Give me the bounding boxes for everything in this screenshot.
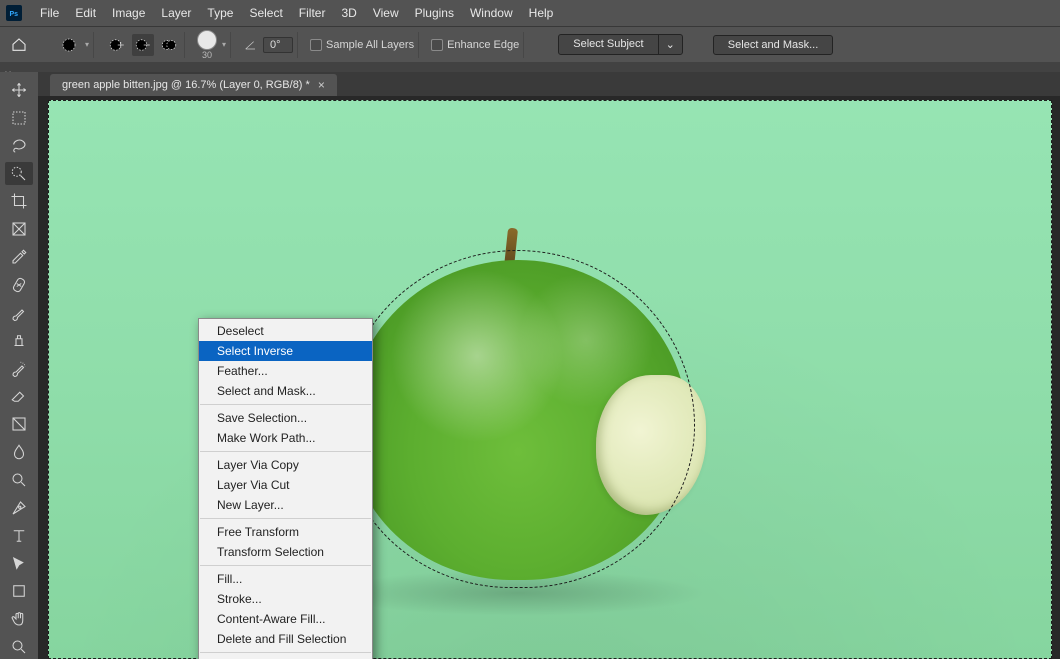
ctx-save-selection[interactable]: Save Selection...	[199, 408, 372, 428]
ctx-feather[interactable]: Feather...	[199, 361, 372, 381]
tools-panel	[0, 72, 38, 659]
ctx-free-transform[interactable]: Free Transform	[199, 522, 372, 542]
workspace: green apple bitten.jpg @ 16.7% (Layer 0,…	[0, 72, 1060, 659]
canvas-viewport[interactable]: Deselect Select Inverse Feather... Selec…	[38, 96, 1060, 659]
path-selection-tool-icon[interactable]	[5, 552, 33, 576]
document-tab[interactable]: green apple bitten.jpg @ 16.7% (Layer 0,…	[50, 74, 337, 96]
menu-window[interactable]: Window	[462, 4, 521, 22]
ctx-layer-via-cut[interactable]: Layer Via Cut	[199, 475, 372, 495]
marquee-apple	[340, 250, 695, 588]
ctx-stroke[interactable]: Stroke...	[199, 589, 372, 609]
crop-tool-icon[interactable]	[5, 189, 33, 213]
document-tab-title: green apple bitten.jpg @ 16.7% (Layer 0,…	[62, 79, 310, 91]
menu-help[interactable]: Help	[521, 4, 562, 22]
enhance-edge-checkbox[interactable]: Enhance Edge	[431, 39, 519, 51]
pen-tool-icon[interactable]	[5, 496, 33, 520]
select-and-mask-button[interactable]: Select and Mask...	[713, 35, 834, 55]
home-icon[interactable]	[10, 36, 28, 54]
ctx-layer-via-copy[interactable]: Layer Via Copy	[199, 455, 372, 475]
type-tool-icon[interactable]	[5, 524, 33, 548]
context-menu: Deselect Select Inverse Feather... Selec…	[198, 318, 373, 659]
clone-stamp-tool-icon[interactable]	[5, 329, 33, 353]
eraser-tool-icon[interactable]	[5, 384, 33, 408]
brush-preview-icon[interactable]	[197, 30, 217, 50]
ctx-select-inverse[interactable]: Select Inverse	[199, 341, 372, 361]
eyedropper-tool-icon[interactable]	[5, 245, 33, 269]
document-tab-bar: green apple bitten.jpg @ 16.7% (Layer 0,…	[38, 72, 1060, 96]
ctx-content-aware-fill[interactable]: Content-Aware Fill...	[199, 609, 372, 629]
close-icon[interactable]: ×	[318, 78, 325, 92]
document-area: green apple bitten.jpg @ 16.7% (Layer 0,…	[38, 72, 1060, 659]
menu-bar: Ps File Edit Image Layer Type Select Fil…	[0, 0, 1060, 26]
blur-tool-icon[interactable]	[5, 440, 33, 464]
menu-select[interactable]: Select	[241, 4, 290, 22]
menu-layer[interactable]: Layer	[153, 4, 199, 22]
zoom-tool-icon[interactable]	[5, 635, 33, 659]
ctx-fill[interactable]: Fill...	[199, 569, 372, 589]
panel-collapse-strip[interactable]	[0, 62, 1060, 72]
menu-file[interactable]: File	[32, 4, 67, 22]
shape-tool-icon[interactable]	[5, 579, 33, 603]
angle-input[interactable]: 0°	[263, 37, 293, 53]
menu-type[interactable]: Type	[199, 4, 241, 22]
add-selection-icon[interactable]	[106, 34, 128, 56]
menu-filter[interactable]: Filter	[291, 4, 334, 22]
intersect-selection-icon[interactable]	[158, 34, 180, 56]
menu-3d[interactable]: 3D	[333, 4, 364, 22]
menu-view[interactable]: View	[365, 4, 407, 22]
ctx-delete-fill-selection[interactable]: Delete and Fill Selection	[199, 629, 372, 649]
lasso-tool-icon[interactable]	[5, 134, 33, 158]
chevron-down-icon[interactable]: ⌄	[659, 35, 682, 54]
move-tool-icon[interactable]	[5, 78, 33, 102]
angle-icon	[243, 37, 259, 53]
brush-tool-icon[interactable]	[5, 301, 33, 325]
healing-brush-tool-icon[interactable]	[5, 273, 33, 297]
svg-text:Ps: Ps	[10, 11, 19, 18]
marquee-tool-icon[interactable]	[5, 106, 33, 130]
gradient-tool-icon[interactable]	[5, 412, 33, 436]
new-selection-icon[interactable]	[58, 34, 80, 56]
hand-tool-icon[interactable]	[5, 607, 33, 631]
ctx-new-layer[interactable]: New Layer...	[199, 495, 372, 515]
enhance-edge-label: Enhance Edge	[447, 39, 519, 51]
menu-image[interactable]: Image	[104, 4, 153, 22]
quick-selection-tool-icon[interactable]	[5, 162, 33, 186]
ctx-make-work-path[interactable]: Make Work Path...	[199, 428, 372, 448]
chevron-down-icon[interactable]: ▾	[85, 40, 89, 49]
subtract-selection-icon[interactable]	[132, 34, 154, 56]
ctx-deselect[interactable]: Deselect	[199, 321, 372, 341]
ctx-transform-selection[interactable]: Transform Selection	[199, 542, 372, 562]
app-logo: Ps	[6, 5, 22, 21]
frame-tool-icon[interactable]	[5, 217, 33, 241]
options-bar: ▾ 30 ▾ 0° Sample All Layers Enhance Edge	[0, 26, 1060, 62]
sample-all-layers-label: Sample All Layers	[326, 39, 414, 51]
chevron-down-icon[interactable]: ▾	[222, 40, 226, 49]
ctx-select-and-mask[interactable]: Select and Mask...	[199, 381, 372, 401]
dodge-tool-icon[interactable]	[5, 468, 33, 492]
select-subject-split-button[interactable]: Select Subject ⌄	[558, 34, 683, 55]
menu-edit[interactable]: Edit	[67, 4, 104, 22]
history-brush-tool-icon[interactable]	[5, 357, 33, 381]
canvas[interactable]: Deselect Select Inverse Feather... Selec…	[48, 100, 1052, 659]
menu-plugins[interactable]: Plugins	[407, 4, 462, 22]
brush-size-value: 30	[202, 50, 212, 60]
select-subject-button[interactable]: Select Subject	[559, 35, 658, 54]
sample-all-layers-checkbox[interactable]: Sample All Layers	[310, 39, 414, 51]
